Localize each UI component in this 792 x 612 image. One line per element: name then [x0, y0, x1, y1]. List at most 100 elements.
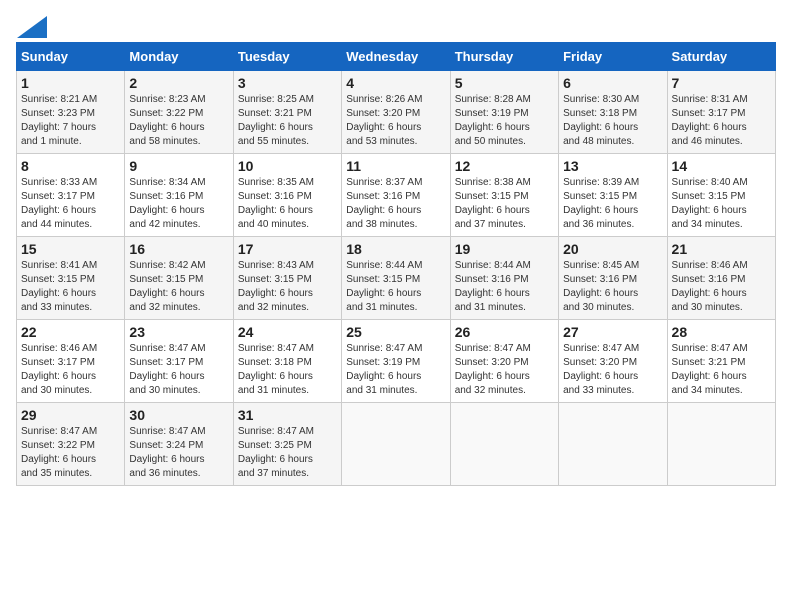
calendar-cell: 13 Sunrise: 8:39 AMSunset: 3:15 PMDaylig…	[559, 154, 667, 237]
weekday-header-monday: Monday	[125, 43, 233, 71]
day-info: Sunrise: 8:47 AMSunset: 3:18 PMDaylight:…	[238, 342, 337, 398]
day-number: 7	[672, 75, 771, 91]
day-number: 11	[346, 158, 445, 174]
calendar-cell	[342, 403, 450, 486]
calendar-cell: 17 Sunrise: 8:43 AMSunset: 3:15 PMDaylig…	[233, 237, 341, 320]
day-number: 14	[672, 158, 771, 174]
day-info: Sunrise: 8:40 AMSunset: 3:15 PMDaylight:…	[672, 176, 771, 232]
day-number: 13	[563, 158, 662, 174]
calendar-cell: 8 Sunrise: 8:33 AMSunset: 3:17 PMDayligh…	[17, 154, 125, 237]
day-number: 16	[129, 241, 228, 257]
calendar-cell: 31 Sunrise: 8:47 AMSunset: 3:25 PMDaylig…	[233, 403, 341, 486]
day-info: Sunrise: 8:38 AMSunset: 3:15 PMDaylight:…	[455, 176, 554, 232]
day-info: Sunrise: 8:47 AMSunset: 3:21 PMDaylight:…	[672, 342, 771, 398]
day-number: 4	[346, 75, 445, 91]
calendar-cell: 29 Sunrise: 8:47 AMSunset: 3:22 PMDaylig…	[17, 403, 125, 486]
calendar-cell: 5 Sunrise: 8:28 AMSunset: 3:19 PMDayligh…	[450, 71, 558, 154]
day-info: Sunrise: 8:34 AMSunset: 3:16 PMDaylight:…	[129, 176, 228, 232]
day-info: Sunrise: 8:45 AMSunset: 3:16 PMDaylight:…	[563, 259, 662, 315]
day-number: 8	[21, 158, 120, 174]
calendar-cell: 16 Sunrise: 8:42 AMSunset: 3:15 PMDaylig…	[125, 237, 233, 320]
day-info: Sunrise: 8:37 AMSunset: 3:16 PMDaylight:…	[346, 176, 445, 232]
calendar: SundayMondayTuesdayWednesdayThursdayFrid…	[16, 42, 776, 486]
day-number: 28	[672, 324, 771, 340]
calendar-cell: 28 Sunrise: 8:47 AMSunset: 3:21 PMDaylig…	[667, 320, 775, 403]
day-number: 5	[455, 75, 554, 91]
day-number: 31	[238, 407, 337, 423]
day-info: Sunrise: 8:47 AMSunset: 3:19 PMDaylight:…	[346, 342, 445, 398]
logo	[16, 16, 47, 34]
day-number: 20	[563, 241, 662, 257]
calendar-cell: 12 Sunrise: 8:38 AMSunset: 3:15 PMDaylig…	[450, 154, 558, 237]
calendar-cell: 26 Sunrise: 8:47 AMSunset: 3:20 PMDaylig…	[450, 320, 558, 403]
day-info: Sunrise: 8:47 AMSunset: 3:22 PMDaylight:…	[21, 425, 120, 481]
day-number: 22	[21, 324, 120, 340]
day-info: Sunrise: 8:44 AMSunset: 3:16 PMDaylight:…	[455, 259, 554, 315]
calendar-cell: 15 Sunrise: 8:41 AMSunset: 3:15 PMDaylig…	[17, 237, 125, 320]
day-info: Sunrise: 8:35 AMSunset: 3:16 PMDaylight:…	[238, 176, 337, 232]
day-info: Sunrise: 8:31 AMSunset: 3:17 PMDaylight:…	[672, 93, 771, 149]
header	[16, 16, 776, 34]
day-number: 3	[238, 75, 337, 91]
day-info: Sunrise: 8:41 AMSunset: 3:15 PMDaylight:…	[21, 259, 120, 315]
day-info: Sunrise: 8:21 AMSunset: 3:23 PMDaylight:…	[21, 93, 120, 149]
logo-icon	[17, 16, 47, 38]
day-info: Sunrise: 8:47 AMSunset: 3:25 PMDaylight:…	[238, 425, 337, 481]
calendar-cell	[450, 403, 558, 486]
day-number: 1	[21, 75, 120, 91]
weekday-header-saturday: Saturday	[667, 43, 775, 71]
calendar-cell: 7 Sunrise: 8:31 AMSunset: 3:17 PMDayligh…	[667, 71, 775, 154]
day-number: 26	[455, 324, 554, 340]
day-number: 17	[238, 241, 337, 257]
calendar-cell: 20 Sunrise: 8:45 AMSunset: 3:16 PMDaylig…	[559, 237, 667, 320]
day-number: 15	[21, 241, 120, 257]
calendar-cell: 1 Sunrise: 8:21 AMSunset: 3:23 PMDayligh…	[17, 71, 125, 154]
calendar-cell: 9 Sunrise: 8:34 AMSunset: 3:16 PMDayligh…	[125, 154, 233, 237]
weekday-header-wednesday: Wednesday	[342, 43, 450, 71]
weekday-header-tuesday: Tuesday	[233, 43, 341, 71]
calendar-cell	[667, 403, 775, 486]
day-info: Sunrise: 8:23 AMSunset: 3:22 PMDaylight:…	[129, 93, 228, 149]
day-info: Sunrise: 8:44 AMSunset: 3:15 PMDaylight:…	[346, 259, 445, 315]
day-info: Sunrise: 8:33 AMSunset: 3:17 PMDaylight:…	[21, 176, 120, 232]
day-info: Sunrise: 8:28 AMSunset: 3:19 PMDaylight:…	[455, 93, 554, 149]
calendar-cell: 24 Sunrise: 8:47 AMSunset: 3:18 PMDaylig…	[233, 320, 341, 403]
calendar-cell: 25 Sunrise: 8:47 AMSunset: 3:19 PMDaylig…	[342, 320, 450, 403]
weekday-header-sunday: Sunday	[17, 43, 125, 71]
day-info: Sunrise: 8:46 AMSunset: 3:17 PMDaylight:…	[21, 342, 120, 398]
day-number: 24	[238, 324, 337, 340]
calendar-cell: 2 Sunrise: 8:23 AMSunset: 3:22 PMDayligh…	[125, 71, 233, 154]
day-number: 29	[21, 407, 120, 423]
calendar-cell: 22 Sunrise: 8:46 AMSunset: 3:17 PMDaylig…	[17, 320, 125, 403]
calendar-cell: 21 Sunrise: 8:46 AMSunset: 3:16 PMDaylig…	[667, 237, 775, 320]
calendar-cell: 27 Sunrise: 8:47 AMSunset: 3:20 PMDaylig…	[559, 320, 667, 403]
day-info: Sunrise: 8:42 AMSunset: 3:15 PMDaylight:…	[129, 259, 228, 315]
calendar-cell: 30 Sunrise: 8:47 AMSunset: 3:24 PMDaylig…	[125, 403, 233, 486]
calendar-cell: 6 Sunrise: 8:30 AMSunset: 3:18 PMDayligh…	[559, 71, 667, 154]
calendar-cell: 18 Sunrise: 8:44 AMSunset: 3:15 PMDaylig…	[342, 237, 450, 320]
day-number: 18	[346, 241, 445, 257]
day-number: 2	[129, 75, 228, 91]
calendar-cell	[559, 403, 667, 486]
calendar-cell: 14 Sunrise: 8:40 AMSunset: 3:15 PMDaylig…	[667, 154, 775, 237]
day-number: 23	[129, 324, 228, 340]
weekday-header-thursday: Thursday	[450, 43, 558, 71]
calendar-cell: 11 Sunrise: 8:37 AMSunset: 3:16 PMDaylig…	[342, 154, 450, 237]
day-number: 9	[129, 158, 228, 174]
day-info: Sunrise: 8:25 AMSunset: 3:21 PMDaylight:…	[238, 93, 337, 149]
day-info: Sunrise: 8:39 AMSunset: 3:15 PMDaylight:…	[563, 176, 662, 232]
day-info: Sunrise: 8:30 AMSunset: 3:18 PMDaylight:…	[563, 93, 662, 149]
calendar-cell: 4 Sunrise: 8:26 AMSunset: 3:20 PMDayligh…	[342, 71, 450, 154]
calendar-cell: 23 Sunrise: 8:47 AMSunset: 3:17 PMDaylig…	[125, 320, 233, 403]
day-number: 27	[563, 324, 662, 340]
day-info: Sunrise: 8:47 AMSunset: 3:20 PMDaylight:…	[563, 342, 662, 398]
day-number: 25	[346, 324, 445, 340]
day-number: 21	[672, 241, 771, 257]
day-number: 12	[455, 158, 554, 174]
day-info: Sunrise: 8:43 AMSunset: 3:15 PMDaylight:…	[238, 259, 337, 315]
day-number: 6	[563, 75, 662, 91]
day-info: Sunrise: 8:26 AMSunset: 3:20 PMDaylight:…	[346, 93, 445, 149]
calendar-cell: 19 Sunrise: 8:44 AMSunset: 3:16 PMDaylig…	[450, 237, 558, 320]
day-info: Sunrise: 8:47 AMSunset: 3:17 PMDaylight:…	[129, 342, 228, 398]
day-number: 30	[129, 407, 228, 423]
